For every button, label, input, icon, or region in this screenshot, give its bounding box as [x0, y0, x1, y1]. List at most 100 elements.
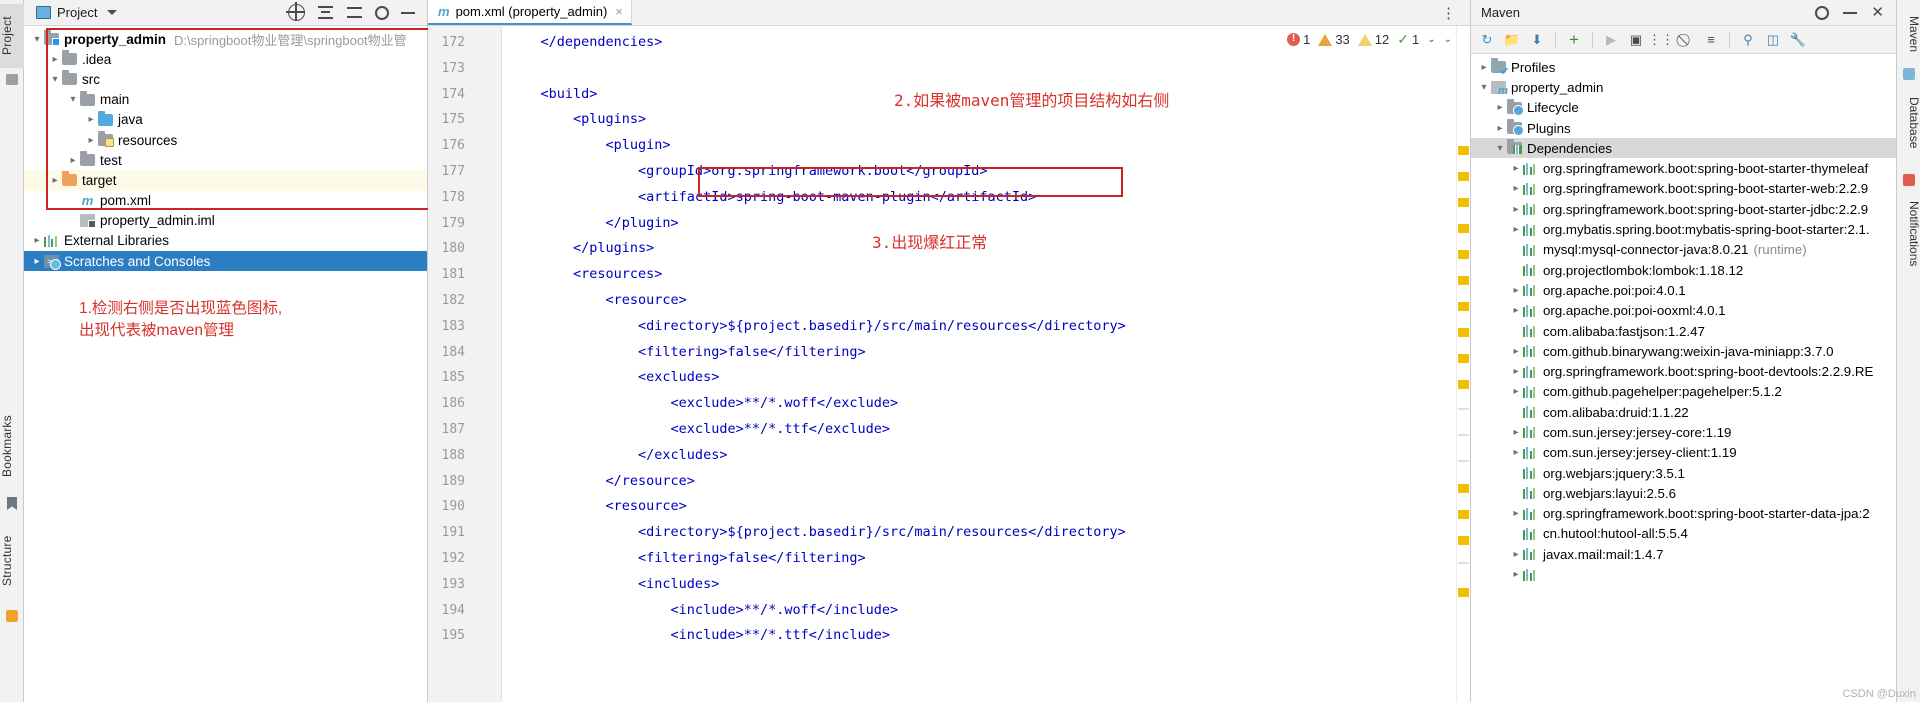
maven-dependency-row[interactable]: org.projectlombok:lombok:1.18.12 [1471, 260, 1896, 280]
execute-goal-icon[interactable]: ▣ [1626, 30, 1646, 50]
chevron-right-icon[interactable] [48, 175, 62, 186]
editor-tab-pom-xml[interactable]: m pom.xml (property_admin) × [428, 0, 632, 25]
maven-dependency-row[interactable]: com.sun.jersey:jersey-core:1.19 [1471, 422, 1896, 442]
chevron-down-icon[interactable] [66, 94, 80, 105]
vertical-tab-project[interactable]: Project [0, 4, 24, 68]
stripe-minor-marker[interactable] [1458, 434, 1469, 436]
chevron-down-icon[interactable] [48, 74, 62, 85]
stripe-warning-marker[interactable] [1458, 380, 1469, 389]
tree-row-target[interactable]: target [24, 170, 427, 191]
collapse-all-icon[interactable]: ≡ [1701, 30, 1721, 50]
chevron-down-icon[interactable]: ⌄ [1444, 34, 1452, 45]
chevron-right-icon[interactable] [30, 235, 44, 246]
ok-count[interactable]: ✓ 1 [1397, 32, 1419, 47]
chevron-right-icon[interactable] [1509, 305, 1523, 316]
error-count[interactable]: 1 [1287, 32, 1310, 47]
editor-options-icon[interactable]: ⋮ [1429, 0, 1470, 25]
maven-dependency-row[interactable]: org.springframework.boot:spring-boot-dev… [1471, 361, 1896, 381]
stripe-warning-marker[interactable] [1458, 146, 1469, 155]
toggle-offline-icon[interactable]: ⃠ [1676, 30, 1696, 50]
maven-row-lifecycle[interactable]: Lifecycle [1471, 98, 1896, 118]
maven-dependency-row[interactable]: org.webjars:jquery:3.5.1 [1471, 463, 1896, 483]
minimize-icon[interactable] [1843, 11, 1858, 14]
close-icon[interactable]: × [615, 4, 623, 19]
chevron-right-icon[interactable] [66, 155, 80, 166]
close-icon[interactable]: ✕ [1871, 5, 1884, 20]
chevron-right-icon[interactable] [1493, 123, 1507, 134]
add-icon[interactable]: + [1564, 30, 1584, 50]
tree-row-resources[interactable]: resources [24, 130, 427, 150]
stripe-warning-marker[interactable] [1458, 276, 1469, 285]
maven-dependency-row[interactable]: org.apache.poi:poi-ooxml:4.0.1 [1471, 301, 1896, 321]
tree-row-java[interactable]: java [24, 110, 427, 130]
chevron-right-icon[interactable] [84, 114, 98, 125]
stripe-minor-marker[interactable] [1458, 562, 1469, 564]
tree-row-src[interactable]: src [24, 69, 427, 89]
chevron-right-icon[interactable] [1509, 549, 1523, 560]
warning-count[interactable]: 33 [1318, 32, 1350, 47]
tree-row-property-admin[interactable]: property_admin D:\springboot物业管理\springb… [24, 29, 427, 49]
stripe-minor-marker[interactable] [1458, 460, 1469, 462]
maven-dependency-row[interactable]: mysql:mysql-connector-java:8.0.21 (runti… [1471, 240, 1896, 260]
tree-row-pom-xml[interactable]: m pom.xml [24, 191, 427, 211]
chevron-right-icon[interactable] [1509, 447, 1523, 458]
chevron-down-icon[interactable] [1493, 143, 1507, 154]
vertical-tab-structure[interactable]: Structure [0, 520, 24, 602]
tree-row-idea[interactable]: .idea [24, 49, 427, 69]
chevron-right-icon[interactable] [1509, 508, 1523, 519]
chevron-right-icon[interactable] [1509, 224, 1523, 235]
stripe-warning-marker[interactable] [1458, 172, 1469, 181]
show-diagram-icon[interactable]: ◫ [1763, 30, 1783, 50]
maven-dependency-row[interactable]: org.webjars:layui:2.5.6 [1471, 483, 1896, 503]
maven-dependency-row[interactable]: com.github.binarywang:weixin-java-miniap… [1471, 341, 1896, 361]
stripe-warning-marker[interactable] [1458, 302, 1469, 311]
stripe-minor-marker[interactable] [1458, 408, 1469, 410]
maven-dependency-row[interactable]: javax.mail:mail:1.4.7 [1471, 544, 1896, 564]
maven-row-plugins[interactable]: Plugins [1471, 118, 1896, 138]
stripe-warning-marker[interactable] [1458, 588, 1469, 597]
chevron-right-icon[interactable] [1477, 62, 1491, 73]
weak-warning-count[interactable]: 12 [1357, 32, 1389, 47]
add-maven-project-icon[interactable]: 📁 [1502, 30, 1522, 50]
stripe-warning-marker[interactable] [1458, 510, 1469, 519]
chevron-right-icon[interactable] [1509, 346, 1523, 357]
maven-dependency-row[interactable]: com.github.pagehelper:pagehelper:5.1.2 [1471, 382, 1896, 402]
inspection-widget[interactable]: 1 33 12 ✓ 1 ⌄ ⌄ [1285, 31, 1454, 48]
chevron-right-icon[interactable] [1509, 183, 1523, 194]
vertical-tab-notifications[interactable]: Notifications [1897, 192, 1920, 276]
stripe-warning-marker[interactable] [1458, 484, 1469, 493]
stripe-warning-marker[interactable] [1458, 354, 1469, 363]
maven-settings-icon[interactable]: 🔧 [1788, 30, 1808, 50]
maven-dependency-row[interactable]: com.alibaba:fastjson:1.2.47 [1471, 321, 1896, 341]
maven-dependency-row[interactable]: org.springframework.boot:spring-boot-sta… [1471, 179, 1896, 199]
expand-all-icon[interactable] [346, 4, 363, 21]
vertical-tab-bookmarks[interactable]: Bookmarks [0, 400, 24, 492]
maven-row-profiles[interactable]: Profiles [1471, 57, 1896, 77]
chevron-right-icon[interactable] [1509, 366, 1523, 377]
chevron-right-icon[interactable] [30, 256, 44, 267]
tree-row-main[interactable]: main [24, 90, 427, 110]
chevron-down-icon[interactable] [107, 10, 118, 15]
locate-icon[interactable] [286, 2, 305, 21]
vertical-tab-maven[interactable]: Maven [1897, 6, 1920, 62]
show-dependencies-icon[interactable]: ⚲ [1738, 30, 1758, 50]
editor-error-stripe[interactable] [1456, 26, 1470, 702]
settings-gear-icon[interactable] [375, 5, 389, 20]
collapse-all-icon[interactable] [317, 4, 334, 21]
tree-row-test[interactable]: test [24, 150, 427, 170]
chevron-right-icon[interactable] [1493, 102, 1507, 113]
chevron-right-icon[interactable] [1509, 569, 1523, 580]
chevron-down-icon[interactable] [30, 34, 44, 45]
maven-dependency-row[interactable]: org.springframework.boot:spring-boot-sta… [1471, 199, 1896, 219]
chevron-right-icon[interactable] [48, 54, 62, 65]
toggle-skip-tests-icon[interactable]: ⋮⋮ [1648, 30, 1674, 50]
tree-row-iml[interactable]: property_admin.iml [24, 211, 427, 231]
hide-panel-icon[interactable] [401, 11, 415, 14]
stripe-warning-marker[interactable] [1458, 224, 1469, 233]
chevron-right-icon[interactable] [84, 135, 98, 146]
chevron-right-icon[interactable] [1509, 386, 1523, 397]
maven-dependency-row[interactable] [1471, 564, 1896, 584]
chevron-up-icon[interactable]: ⌄ [1427, 34, 1435, 45]
reload-all-icon[interactable]: ↻ [1477, 30, 1497, 50]
stripe-warning-marker[interactable] [1458, 250, 1469, 259]
